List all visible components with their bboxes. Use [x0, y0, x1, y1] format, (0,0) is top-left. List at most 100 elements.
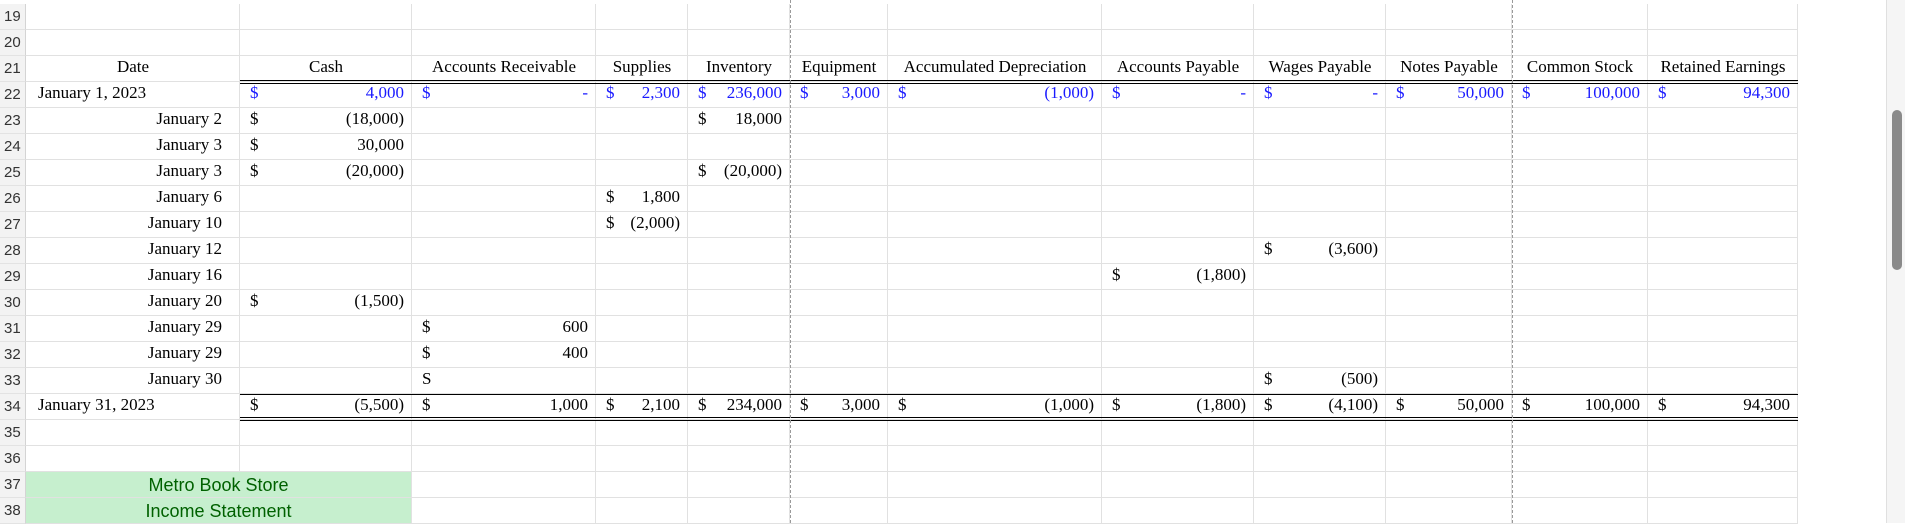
cell[interactable]	[888, 108, 1102, 134]
cell[interactable]	[1648, 238, 1798, 264]
cell[interactable]	[1648, 420, 1798, 446]
cell[interactable]	[790, 420, 888, 446]
cell[interactable]	[240, 4, 412, 30]
column-header-accdep[interactable]: Accumulated Depreciation	[888, 57, 1102, 77]
row-header-36[interactable]: 36	[0, 446, 26, 472]
cell[interactable]	[1648, 4, 1798, 30]
cell[interactable]	[240, 368, 412, 394]
cell[interactable]	[1512, 212, 1648, 238]
cell[interactable]	[1102, 446, 1254, 472]
cell[interactable]	[1648, 30, 1798, 56]
cell[interactable]	[1648, 212, 1798, 238]
cell[interactable]	[1648, 264, 1798, 290]
cell[interactable]	[1102, 108, 1254, 134]
cell[interactable]	[688, 498, 790, 524]
cell[interactable]	[1512, 186, 1648, 212]
cell[interactable]	[790, 30, 888, 56]
cell[interactable]	[1512, 4, 1648, 30]
cell[interactable]	[596, 238, 688, 264]
row-header-31[interactable]: 31	[0, 316, 26, 342]
cell[interactable]	[1386, 498, 1512, 524]
cell[interactable]	[688, 316, 790, 342]
cell[interactable]	[240, 30, 412, 56]
cell[interactable]	[412, 368, 596, 394]
cell[interactable]	[596, 30, 688, 56]
cell[interactable]	[888, 134, 1102, 160]
cell[interactable]	[1254, 498, 1386, 524]
cell[interactable]	[1386, 368, 1512, 394]
cell[interactable]	[1386, 446, 1512, 472]
cell[interactable]	[596, 498, 688, 524]
cell[interactable]	[412, 186, 596, 212]
cell[interactable]	[1254, 472, 1386, 498]
cell[interactable]	[888, 160, 1102, 186]
cell[interactable]	[1254, 446, 1386, 472]
cell[interactable]	[1512, 264, 1648, 290]
cell[interactable]	[688, 30, 790, 56]
row-header-32[interactable]: 32	[0, 342, 26, 368]
cell[interactable]	[1386, 4, 1512, 30]
cell[interactable]	[888, 498, 1102, 524]
cell[interactable]	[1254, 160, 1386, 186]
cell[interactable]	[1102, 160, 1254, 186]
cell[interactable]	[412, 420, 596, 446]
row-header-30[interactable]: 30	[0, 290, 26, 316]
cell[interactable]	[888, 446, 1102, 472]
cell[interactable]	[596, 134, 688, 160]
column-header-cash[interactable]: Cash	[240, 57, 412, 77]
cell[interactable]	[1512, 498, 1648, 524]
column-header-wages[interactable]: Wages Payable	[1254, 57, 1386, 77]
cell[interactable]	[688, 186, 790, 212]
cell[interactable]	[688, 472, 790, 498]
cell[interactable]	[790, 368, 888, 394]
cell[interactable]	[1102, 316, 1254, 342]
row-header-21[interactable]: 21	[0, 56, 26, 82]
cell[interactable]	[1102, 4, 1254, 30]
cell[interactable]	[26, 4, 240, 30]
row-header-24[interactable]: 24	[0, 134, 26, 160]
cell[interactable]	[596, 368, 688, 394]
cell[interactable]	[1254, 186, 1386, 212]
cell[interactable]	[596, 472, 688, 498]
cell[interactable]	[790, 316, 888, 342]
cell[interactable]	[1254, 30, 1386, 56]
cell[interactable]	[1102, 290, 1254, 316]
scrollbar-thumb[interactable]	[1892, 110, 1902, 270]
cell[interactable]	[1648, 342, 1798, 368]
cell[interactable]	[412, 4, 596, 30]
cell[interactable]	[1648, 108, 1798, 134]
cell[interactable]	[1512, 446, 1648, 472]
cell[interactable]	[688, 134, 790, 160]
cell[interactable]	[240, 420, 412, 446]
row-header-33[interactable]: 33	[0, 368, 26, 394]
cell[interactable]	[240, 446, 412, 472]
cell[interactable]	[1512, 342, 1648, 368]
cell[interactable]	[888, 420, 1102, 446]
cell[interactable]	[596, 4, 688, 30]
row-header-38[interactable]: 38	[0, 498, 26, 524]
cell[interactable]	[688, 264, 790, 290]
cell[interactable]	[688, 4, 790, 30]
cell[interactable]	[1512, 30, 1648, 56]
cell[interactable]	[790, 108, 888, 134]
cell[interactable]	[790, 446, 888, 472]
row-header-29[interactable]: 29	[0, 264, 26, 290]
cell[interactable]	[412, 290, 596, 316]
cell[interactable]	[790, 498, 888, 524]
column-header-ap[interactable]: Accounts Payable	[1102, 57, 1254, 77]
row-header-27[interactable]: 27	[0, 212, 26, 238]
cell[interactable]	[1102, 30, 1254, 56]
row-header-35[interactable]: 35	[0, 420, 26, 446]
column-header-supplies[interactable]: Supplies	[596, 57, 688, 77]
cell[interactable]	[1648, 316, 1798, 342]
column-header-inventory[interactable]: Inventory	[688, 57, 790, 77]
cell[interactable]	[688, 342, 790, 368]
cell[interactable]	[790, 186, 888, 212]
cell[interactable]	[240, 342, 412, 368]
column-header-date[interactable]: Date	[26, 57, 240, 77]
cell[interactable]	[1386, 420, 1512, 446]
cell[interactable]	[1648, 160, 1798, 186]
cell[interactable]	[596, 446, 688, 472]
cell[interactable]	[1512, 238, 1648, 264]
cell[interactable]	[1648, 472, 1798, 498]
